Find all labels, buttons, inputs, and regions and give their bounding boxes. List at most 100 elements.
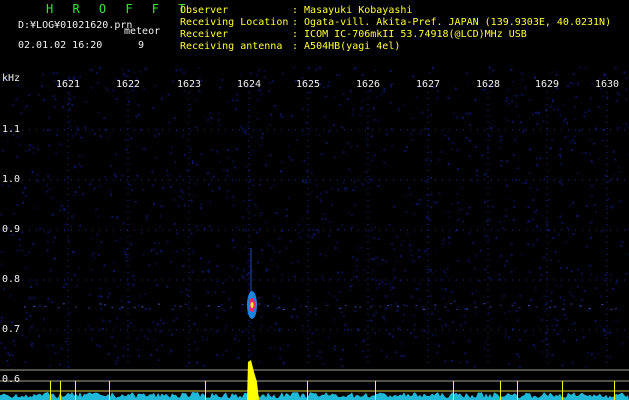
noise-pixel	[17, 84, 19, 87]
noise-pixel	[323, 115, 326, 118]
noise-pixel	[515, 178, 518, 181]
noise-pixel	[589, 264, 592, 267]
noise-pixel	[103, 117, 106, 120]
noise-pixel	[519, 339, 521, 342]
noise-pixel	[270, 259, 273, 262]
noise-pixel	[559, 285, 562, 287]
noise-streak-dot	[207, 305, 210, 307]
noise-pixel	[504, 332, 507, 335]
noise-pixel	[351, 256, 354, 259]
noise-pixel	[559, 266, 562, 269]
noise-pixel	[124, 138, 127, 141]
noise-pixel	[598, 158, 601, 160]
noise-pixel	[532, 199, 535, 201]
noise-pixel	[47, 128, 49, 131]
noise-pixel	[95, 208, 98, 211]
freq-tick-label: 1630	[594, 79, 620, 90]
noise-streak-dot	[359, 306, 362, 308]
noise-pixel	[236, 99, 239, 102]
noise-pixel	[249, 199, 252, 202]
noise-pixel	[124, 74, 127, 77]
noise-pixel	[183, 153, 186, 156]
noise-pixel	[396, 260, 399, 263]
noise-pixel	[510, 69, 513, 71]
noise-pixel	[56, 72, 59, 74]
noise-streak-dot	[241, 304, 244, 305]
noise-pixel	[153, 242, 156, 244]
noise-pixel	[24, 254, 27, 256]
noise-pixel	[31, 171, 34, 173]
noise-pixel	[31, 345, 34, 348]
noise-pixel	[438, 318, 441, 321]
noise-pixel	[96, 72, 98, 74]
noise-pixel	[532, 113, 534, 116]
noise-pixel	[181, 249, 184, 252]
spectrum-spike	[109, 381, 110, 400]
noise-pixel	[199, 153, 202, 155]
noise-pixel	[508, 310, 511, 313]
noise-pixel	[175, 69, 178, 72]
noise-pixel	[395, 302, 397, 305]
noise-pixel	[544, 303, 547, 306]
noise-pixel	[73, 251, 76, 253]
noise-pixel	[336, 299, 339, 301]
noise-pixel	[159, 215, 162, 217]
level-tick-label: 0.9	[2, 224, 21, 235]
noise-pixel	[383, 161, 386, 164]
noise-pixel	[612, 204, 615, 207]
noise-pixel	[394, 276, 396, 279]
noise-pixel	[73, 254, 76, 256]
noise-pixel	[450, 203, 453, 205]
noise-pixel	[471, 179, 474, 182]
noise-pixel	[182, 135, 185, 138]
noise-pixel	[361, 74, 364, 76]
noise-pixel	[515, 94, 518, 97]
noise-pixel	[187, 304, 190, 307]
noise-pixel	[293, 275, 296, 278]
noise-pixel	[48, 144, 51, 147]
noise-streak-dot	[449, 303, 452, 305]
noise-pixel	[528, 220, 531, 223]
noise-pixel	[208, 200, 211, 203]
noise-pixel	[327, 130, 330, 133]
noise-pixel	[604, 274, 607, 276]
noise-pixel	[504, 335, 507, 338]
noise-pixel	[154, 262, 157, 265]
noise-pixel	[513, 138, 516, 141]
noise-streak-dot	[278, 307, 281, 309]
noise-pixel	[460, 186, 463, 189]
noise-pixel	[510, 254, 513, 257]
noise-pixel	[245, 312, 248, 315]
noise-pixel	[510, 243, 513, 246]
noise-pixel	[468, 340, 471, 343]
noise-pixel	[253, 338, 256, 341]
freq-tick-label: 1624	[236, 79, 262, 90]
noise-pixel	[132, 284, 135, 287]
noise-pixel	[90, 328, 93, 331]
noise-pixel	[378, 283, 381, 286]
noise-pixel	[196, 348, 198, 351]
noise-pixel	[135, 115, 138, 118]
noise-pixel	[566, 85, 569, 87]
noise-pixel	[607, 180, 610, 183]
noise-streak-dot	[305, 305, 308, 307]
noise-pixel	[125, 259, 128, 262]
noise-pixel	[250, 353, 253, 356]
noise-pixel	[393, 248, 396, 251]
noise-streak-dot	[33, 305, 36, 307]
noise-pixel	[205, 338, 208, 341]
noise-pixel	[0, 342, 2, 345]
noise-streak-dot	[354, 306, 357, 308]
noise-pixel	[320, 192, 322, 195]
freq-tick-label: 1627	[415, 79, 441, 90]
noise-pixel	[462, 220, 465, 223]
noise-pixel	[319, 66, 322, 69]
noise-pixel	[202, 335, 204, 338]
noise-pixel	[136, 337, 139, 340]
noise-pixel	[441, 243, 444, 245]
noise-pixel	[181, 190, 184, 193]
noise-pixel	[437, 89, 439, 92]
noise-pixel	[562, 339, 565, 342]
noise-pixel	[619, 171, 622, 174]
noise-pixel	[362, 350, 364, 353]
